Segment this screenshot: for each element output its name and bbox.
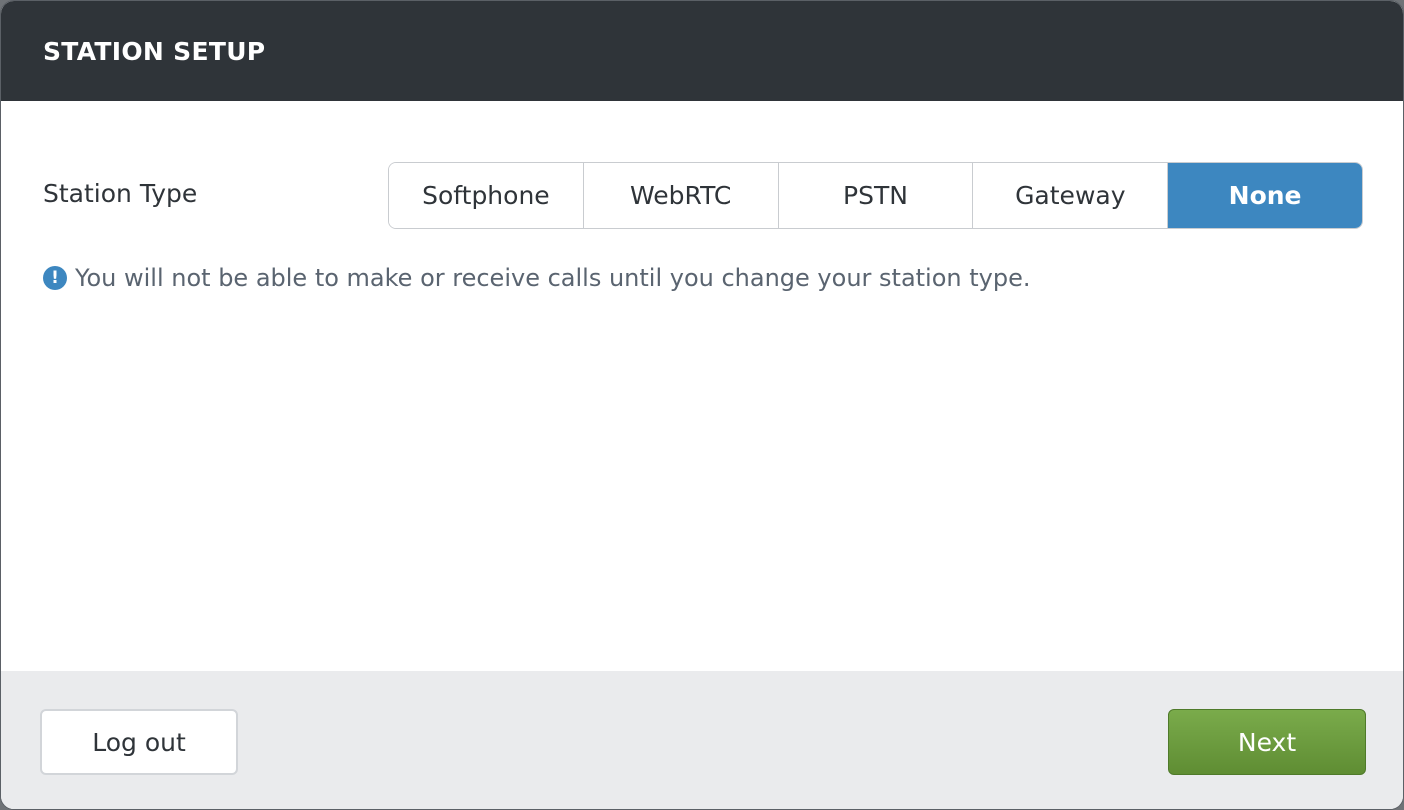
exclamation-circle-icon: ! — [43, 266, 67, 290]
dialog-title: STATION SETUP — [43, 36, 266, 66]
logout-button[interactable]: Log out — [40, 709, 238, 775]
dialog-body: Station Type Softphone WebRTC PSTN Gatew… — [1, 101, 1403, 671]
station-type-pstn[interactable]: PSTN — [778, 163, 974, 228]
next-button[interactable]: Next — [1168, 709, 1366, 775]
station-type-selector: Softphone WebRTC PSTN Gateway None — [388, 162, 1363, 229]
station-type-webrtc[interactable]: WebRTC — [583, 163, 779, 228]
station-type-gateway[interactable]: Gateway — [973, 163, 1169, 228]
dialog-header: STATION SETUP — [1, 1, 1403, 101]
dialog-footer: Log out Next — [1, 671, 1403, 809]
station-warning-text: You will not be able to make or receive … — [75, 264, 1031, 292]
station-type-label: Station Type — [43, 179, 198, 208]
station-setup-dialog: STATION SETUP Station Type Softphone Web… — [0, 0, 1404, 810]
station-type-softphone[interactable]: Softphone — [389, 163, 584, 228]
station-warning: ! You will not be able to make or receiv… — [43, 264, 1031, 292]
station-type-none[interactable]: None — [1168, 163, 1362, 228]
